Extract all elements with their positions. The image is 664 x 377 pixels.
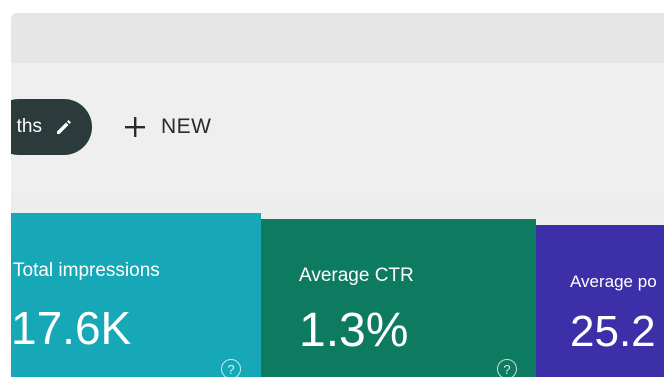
metric-value: 1.3% (299, 304, 409, 357)
metric-label: Total impressions (13, 260, 160, 281)
plus-icon (123, 115, 147, 139)
top-bar (11, 13, 664, 63)
pencil-icon[interactable] (54, 117, 74, 137)
metric-label: Average po (570, 272, 657, 291)
metric-value: 25.2 (570, 307, 656, 356)
metric-cards: Total impressions 17.6K ? Average CTR 1.… (11, 213, 664, 377)
new-button-label: NEW (161, 115, 212, 138)
app-screen: ths NEW Total impressions 17.6K ? Averag… (11, 13, 664, 377)
help-icon[interactable]: ? (497, 359, 517, 377)
toolbar: ths NEW (11, 63, 664, 227)
metric-card-average-position[interactable]: Average po 25.2 (536, 225, 664, 377)
metric-value: 17.6K (11, 302, 132, 354)
help-icon[interactable]: ? (221, 359, 241, 377)
metric-card-total-impressions[interactable]: Total impressions 17.6K ? (11, 213, 261, 377)
new-button[interactable]: NEW (123, 103, 212, 151)
filter-chip-label: ths (16, 116, 42, 137)
date-range-filter-chip[interactable]: ths (11, 99, 92, 155)
metric-card-average-ctr[interactable]: Average CTR 1.3% ? (261, 219, 536, 377)
metric-label: Average CTR (299, 265, 414, 286)
